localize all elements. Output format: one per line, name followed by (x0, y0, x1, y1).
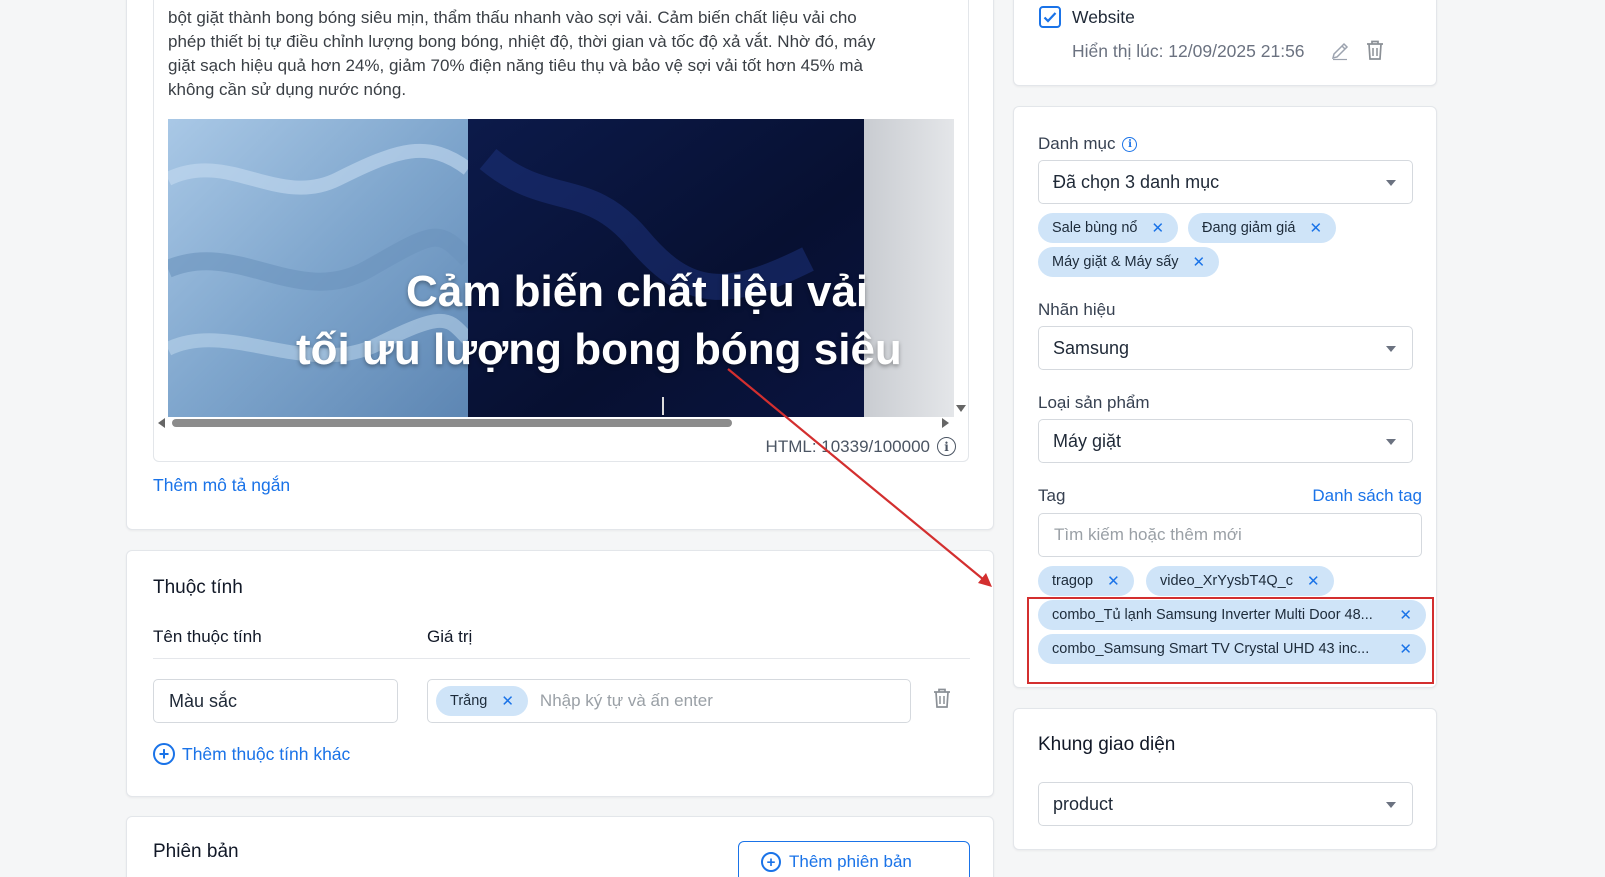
channel-card: Website Hiển thị lúc: 12/09/2025 21:56 (1013, 0, 1437, 86)
add-attribute-label: Thêm thuộc tính khác (182, 743, 351, 764)
remove-chip-icon[interactable]: ✕ (1193, 255, 1206, 270)
attribute-value-input[interactable]: Trắng ✕ Nhập ký tự và ấn enter (427, 679, 911, 723)
scroll-left-arrow-icon[interactable] (158, 418, 165, 428)
remove-chip-icon[interactable]: ✕ (1151, 221, 1164, 236)
product-type-select[interactable]: Máy giặt (1038, 419, 1413, 463)
horizontal-scrollbar[interactable] (172, 419, 732, 427)
info-icon[interactable]: i (937, 437, 956, 456)
value-chip: Trắng ✕ (436, 686, 528, 716)
chevron-down-icon (1386, 346, 1396, 352)
category-chip: Đang giảm giá ✕ (1188, 213, 1337, 243)
scroll-down-arrow-icon[interactable] (956, 405, 966, 412)
chevron-down-icon (1386, 439, 1396, 445)
remove-chip-icon[interactable]: ✕ (1310, 221, 1323, 236)
add-short-description-link[interactable]: Thêm mô tả ngắn (153, 475, 290, 496)
chip-label: Máy giặt & Máy sấy (1052, 254, 1179, 270)
product-type-value: Máy giặt (1053, 430, 1122, 451)
attributes-card: Thuộc tính Tên thuộc tính Giá trị Màu sắ… (126, 550, 994, 797)
remove-chip-icon[interactable]: ✕ (501, 694, 514, 709)
chip-label: Sale bùng nổ (1052, 220, 1138, 236)
image-caption-line2: tối ưu lượng bong bóng siêu (296, 325, 902, 374)
description-line: phép thiết bị tự điều chỉnh lượng bong b… (168, 32, 876, 51)
check-icon (1043, 12, 1057, 23)
chevron-down-icon (1386, 180, 1396, 186)
description-line: bột giặt thành bong bóng siêu mịn, thẩm … (168, 8, 857, 27)
add-variant-label: Thêm phiên bản (789, 852, 912, 871)
plus-circle-icon: + (761, 852, 781, 872)
add-variant-button[interactable]: + Thêm phiên bản (738, 841, 970, 877)
website-checkbox[interactable] (1039, 6, 1061, 28)
tag-search-input[interactable]: Tìm kiếm hoặc thêm mới (1038, 513, 1422, 557)
chip-label: video_XrYysbT4Q_c (1160, 573, 1293, 589)
edit-icon[interactable] (1330, 41, 1350, 66)
chip-label: tragop (1052, 573, 1094, 589)
description-line: không cần sử dụng nước nóng. (168, 80, 407, 99)
description-card: bột giặt thành bong bóng siêu mịn, thẩm … (126, 0, 994, 530)
category-label: Danh mục i (1038, 134, 1138, 154)
text-cursor (662, 397, 664, 415)
tag-chip: video_XrYysbT4Q_c ✕ (1146, 566, 1334, 596)
add-attribute-link[interactable]: + Thêm thuộc tính khác (153, 743, 350, 765)
highlight-box (1027, 597, 1434, 684)
trash-icon[interactable] (1365, 39, 1385, 66)
template-card: Khung giao diện product (1013, 708, 1437, 850)
value-placeholder: Nhập ký tự và ấn enter (539, 691, 713, 710)
template-select[interactable]: product (1038, 782, 1413, 826)
chevron-down-icon (1386, 802, 1396, 808)
product-type-label: Loại sản phẩm (1038, 393, 1150, 412)
tag-list-link[interactable]: Danh sách tag (1312, 486, 1422, 506)
attributes-title: Thuộc tính (153, 577, 243, 598)
chip-label: Trắng (450, 693, 488, 709)
tag-search-placeholder: Tìm kiếm hoặc thêm mới (1054, 525, 1242, 544)
scroll-right-arrow-icon[interactable] (942, 418, 949, 428)
remove-chip-icon[interactable]: ✕ (1307, 574, 1320, 589)
trash-icon[interactable] (932, 687, 952, 714)
chip-label: Đang giảm giá (1202, 220, 1296, 236)
category-label-text: Danh mục (1038, 134, 1116, 153)
attribute-value-header: Giá trị (427, 627, 473, 646)
attribute-name-input[interactable]: Màu sắc (153, 679, 398, 723)
header-divider (153, 658, 970, 659)
brand-label: Nhãn hiệu (1038, 300, 1116, 319)
category-select-value: Đã chọn 3 danh mục (1053, 171, 1220, 192)
website-label: Website (1072, 7, 1135, 27)
tag-chip: tragop ✕ (1038, 566, 1134, 596)
info-icon[interactable]: i (1122, 136, 1138, 152)
description-line: giặt sạch hiệu quả hơn 24%, giảm 70% điệ… (168, 56, 863, 75)
editor-area[interactable]: bột giặt thành bong bóng siêu mịn, thẩm … (153, 0, 969, 462)
display-time: Hiển thị lúc: 12/09/2025 21:56 (1072, 41, 1305, 61)
category-chip: Máy giặt & Máy sấy ✕ (1038, 247, 1220, 277)
plus-circle-icon: + (153, 743, 175, 765)
category-select[interactable]: Đã chọn 3 danh mục (1038, 160, 1413, 204)
brand-select[interactable]: Samsung (1038, 326, 1413, 370)
brand-select-value: Samsung (1053, 337, 1130, 358)
html-counter: HTML: 10339/100000 (765, 437, 930, 456)
category-chip: Sale bùng nổ ✕ (1038, 213, 1179, 243)
variants-title: Phiên bản (153, 841, 239, 862)
template-select-value: product (1053, 793, 1114, 814)
remove-chip-icon[interactable]: ✕ (1107, 574, 1120, 589)
template-title: Khung giao diện (1038, 734, 1176, 755)
image-caption-line1: Cảm biến chất liệu vải (406, 267, 869, 316)
attribute-name-header: Tên thuộc tính (153, 627, 262, 646)
variants-card: Phiên bản + Thêm phiên bản (126, 816, 994, 877)
tag-label: Tag (1038, 486, 1066, 505)
attribute-name-value: Màu sắc (169, 690, 238, 711)
description-image: Cảm biến chất liệu vải tối ưu lượng bong… (168, 119, 954, 417)
